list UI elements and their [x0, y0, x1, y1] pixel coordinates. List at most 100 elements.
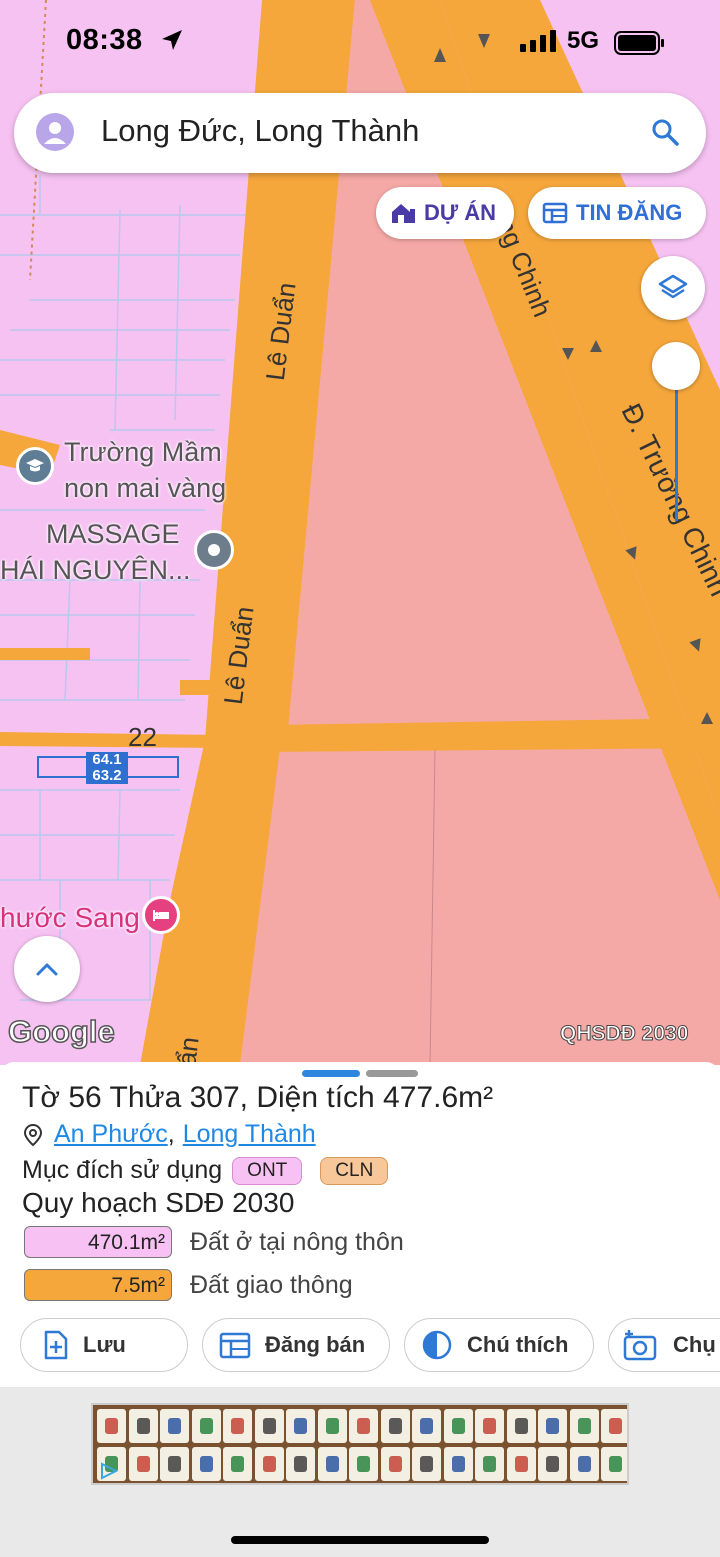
google-logo: Google — [7, 1013, 115, 1050]
district-link[interactable]: Long Thành — [183, 1120, 316, 1149]
poi-massage-line2: HÁI NGUYÊN... — [0, 555, 191, 585]
parcel-title: Tờ 56 Thửa 307, Diện tích 477.6m² — [22, 1081, 494, 1114]
area-value-traffic: 7.5m² — [24, 1269, 172, 1301]
planned-zone-south — [240, 740, 720, 1065]
poi-massage-line1: MASSAGE — [46, 519, 180, 549]
search-icon[interactable] — [650, 117, 680, 147]
measure-bottom: 63.2 — [92, 767, 122, 784]
add-file-icon — [43, 1330, 69, 1360]
land-purpose-row: Mục đích sử dụng ONT CLN — [22, 1156, 389, 1185]
hotel-pin-icon[interactable] — [142, 896, 180, 934]
layers-button[interactable] — [641, 256, 705, 320]
adchoices-icon[interactable] — [99, 1461, 119, 1481]
ward-link[interactable]: An Phước — [54, 1120, 168, 1149]
parcel-measurement: 64.1 63.2 — [86, 752, 128, 784]
battery-icon — [614, 31, 664, 55]
mahjong-tile — [160, 1409, 189, 1443]
measure-top: 64.1 — [92, 751, 122, 768]
school-pin-icon[interactable] — [16, 447, 54, 485]
building-icon — [390, 201, 416, 225]
mahjong-tile — [160, 1447, 189, 1481]
mahjong-tile — [569, 1447, 599, 1481]
place-pin-icon[interactable] — [194, 530, 234, 570]
map-view[interactable]: Lê Duẩn Lê Duẩn ẩn Đ. Trường Chinh ờng C… — [0, 0, 720, 1065]
purpose-tag-cln[interactable]: CLN — [320, 1156, 389, 1185]
status-time: 08:38 — [66, 24, 143, 56]
listing-icon — [219, 1331, 251, 1359]
mahjong-tile — [601, 1409, 627, 1443]
post-sale-label: Đăng bán — [265, 1332, 366, 1357]
post-sale-button[interactable]: Đăng bán — [202, 1318, 390, 1372]
mahjong-tile — [317, 1409, 347, 1443]
mahjong-tile — [380, 1409, 410, 1443]
photo-button[interactable]: Chụ — [608, 1318, 720, 1372]
area-row-traffic: 7.5m² Đất giao thông — [24, 1269, 353, 1301]
contrast-icon — [421, 1329, 453, 1361]
purpose-tag-ont[interactable]: ONT — [232, 1156, 303, 1185]
mahjong-tile — [475, 1409, 504, 1443]
mahjong-tile — [191, 1447, 221, 1481]
poi-hotel-name[interactable]: hước Sang — [0, 900, 140, 936]
save-label: Lưu — [83, 1332, 126, 1357]
purpose-label: Mục đích sử dụng — [22, 1156, 223, 1184]
search-input[interactable]: Long Đức, Long Thành — [101, 113, 419, 149]
tin-dang-label: TIN ĐĂNG — [576, 200, 683, 225]
area-label-traffic: Đất giao thông — [190, 1270, 353, 1299]
area-label-residential: Đất ở tại nông thôn — [190, 1227, 404, 1256]
expand-up-button[interactable] — [14, 936, 80, 1002]
mahjong-tile — [286, 1447, 315, 1481]
mahjong-tile — [317, 1447, 347, 1481]
mahjong-tile — [601, 1447, 627, 1481]
avatar-icon[interactable] — [36, 113, 74, 151]
mahjong-tile — [191, 1409, 221, 1443]
ad-banner[interactable] — [91, 1403, 629, 1485]
opacity-slider-handle[interactable] — [652, 342, 700, 390]
area-row-residential: 470.1m² Đất ở tại nông thôn — [24, 1226, 404, 1258]
parcel-location: An Phước , Long Thành — [22, 1120, 316, 1149]
mahjong-tile — [506, 1447, 536, 1481]
mahjong-tile — [223, 1409, 252, 1443]
sheet-handle[interactable] — [366, 1070, 418, 1077]
road-label-le-duan-3: ẩn — [171, 1035, 205, 1065]
mahjong-tile — [538, 1447, 567, 1481]
plan-title: Quy hoạch SDĐ 2030 — [22, 1187, 295, 1218]
area-value-residential: 470.1m² — [24, 1226, 172, 1258]
mahjong-tile — [254, 1447, 284, 1481]
poi-school-line1: Trường Mầm — [64, 437, 222, 467]
location-arrow-icon — [162, 30, 182, 50]
mahjong-tile — [223, 1447, 252, 1481]
photo-label: Chụ — [673, 1332, 716, 1357]
mahjong-tile — [538, 1409, 567, 1443]
sheet-handle-active[interactable] — [302, 1070, 360, 1077]
listing-icon — [542, 201, 568, 225]
mahjong-tile — [569, 1409, 599, 1443]
mahjong-tile — [97, 1409, 126, 1443]
du-an-button[interactable]: DỰ ÁN — [376, 187, 514, 239]
save-button[interactable]: Lưu — [20, 1318, 188, 1372]
parcel-info-sheet[interactable]: Tờ 56 Thửa 307, Diện tích 477.6m² An Phư… — [0, 1062, 720, 1387]
mahjong-tile — [380, 1447, 410, 1481]
chevron-up-icon — [36, 963, 58, 976]
mahjong-tile — [128, 1409, 158, 1443]
search-bar[interactable]: Long Đức, Long Thành — [14, 93, 706, 173]
legend-button[interactable]: Chú thích — [404, 1318, 594, 1372]
tin-dang-button[interactable]: TIN ĐĂNG — [528, 187, 706, 239]
location-separator: , — [167, 1120, 175, 1148]
layers-icon — [658, 274, 688, 299]
action-buttons: Lưu Đăng bán Chú thích Chụ — [0, 1318, 720, 1374]
legend-label: Chú thích — [467, 1332, 569, 1357]
mahjong-tile — [475, 1447, 504, 1481]
signal-icon — [520, 30, 556, 52]
parcel-number-label: 22 — [128, 722, 157, 752]
location-pin-icon — [23, 1123, 43, 1146]
add-photo-icon — [623, 1329, 659, 1361]
mahjong-tile — [443, 1447, 473, 1481]
network-type: 5G — [567, 27, 600, 54]
mahjong-tile — [286, 1409, 315, 1443]
poi-school-name[interactable]: Trường Mầm non mai vàng — [64, 434, 226, 506]
mahjong-tile — [349, 1447, 378, 1481]
mahjong-tile — [506, 1409, 536, 1443]
status-bar: 08:38 5G — [0, 22, 720, 66]
poi-massage-name[interactable]: MASSAGE HÁI NGUYÊN... — [0, 516, 191, 588]
mahjong-tile — [254, 1409, 284, 1443]
